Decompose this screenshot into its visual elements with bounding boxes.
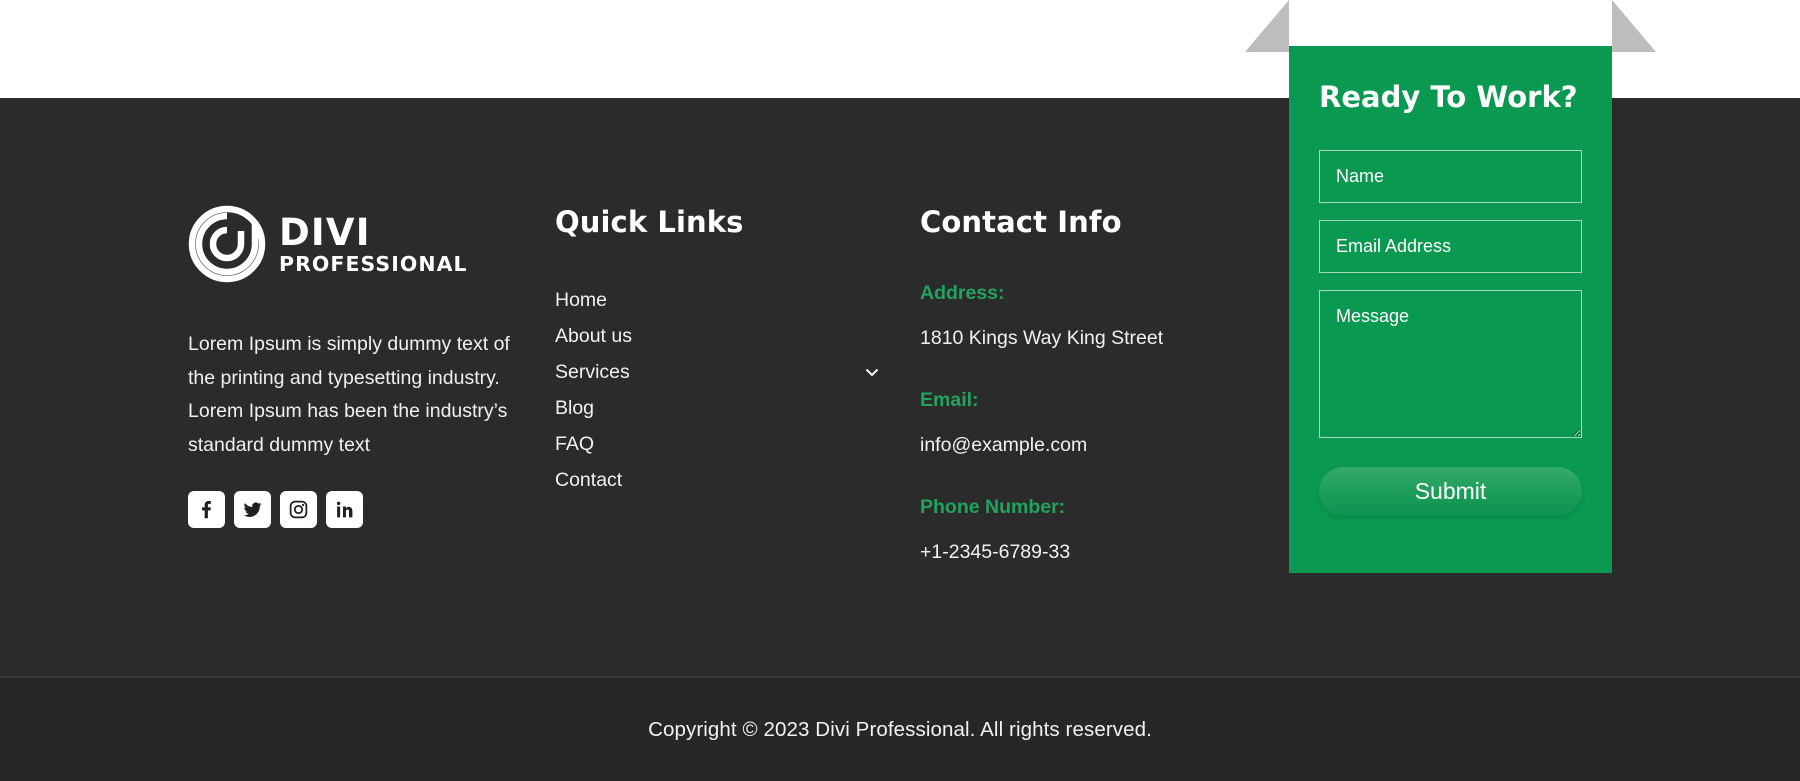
divi-spiral-logo-icon xyxy=(188,205,266,283)
copyright-bar: Copyright © 2023 Divi Professional. All … xyxy=(0,678,1800,781)
brand-wordmark: DIVI PROFESSIONAL xyxy=(279,214,468,275)
copyright-text: Copyright © 2023 Divi Professional. All … xyxy=(648,717,1152,741)
quick-link-blog[interactable]: Blog xyxy=(555,390,880,426)
contact-phone-value[interactable]: +1-2345-6789-33 xyxy=(920,541,1250,564)
ribbon-fold-left-icon xyxy=(1245,0,1289,52)
quick-link-faq[interactable]: FAQ xyxy=(555,426,880,462)
social-link-twitter[interactable] xyxy=(234,491,271,529)
social-link-instagram[interactable] xyxy=(280,491,317,529)
message-textarea[interactable] xyxy=(1319,290,1582,438)
brand-logo[interactable]: DIVI PROFESSIONAL xyxy=(188,205,528,283)
ready-to-work-card: Ready To Work? Submit xyxy=(1289,46,1612,573)
twitter-icon xyxy=(243,502,262,518)
quick-link-label: Blog xyxy=(555,396,595,419)
name-input[interactable] xyxy=(1319,150,1582,203)
quick-link-label: Contact xyxy=(555,468,623,491)
contact-email-value[interactable]: info@example.com xyxy=(920,434,1250,457)
brand-name-line2: PROFESSIONAL xyxy=(279,251,468,276)
ribbon-fold-right-icon xyxy=(1612,0,1656,52)
quick-links-list: Home About us Services Blog FAQ Contact xyxy=(555,282,880,498)
submit-button[interactable]: Submit xyxy=(1319,467,1582,516)
contact-address-block: Address: 1810 Kings Way King Street xyxy=(920,282,1250,350)
contact-phone-block: Phone Number: +1-2345-6789-33 xyxy=(920,496,1250,564)
quick-link-label: Services xyxy=(555,360,630,383)
contact-address-label: Address: xyxy=(920,282,1005,304)
quick-link-label: About us xyxy=(555,324,632,347)
contact-phone-label: Phone Number: xyxy=(920,496,1066,518)
footer-brand-column: DIVI PROFESSIONAL Lorem Ipsum is simply … xyxy=(188,205,528,529)
social-links xyxy=(188,491,528,529)
footer-quick-links-column: Quick Links Home About us Services Blog xyxy=(555,205,895,498)
brand-description: Lorem Ipsum is simply dummy text of the … xyxy=(188,333,510,456)
social-link-facebook[interactable] xyxy=(188,491,225,529)
footer-contact-column: Contact Info Address: 1810 Kings Way Kin… xyxy=(920,205,1250,564)
quick-link-label: Home xyxy=(555,288,608,311)
contact-info-title: Contact Info xyxy=(920,205,1122,239)
contact-form: Submit xyxy=(1289,114,1612,516)
instagram-icon xyxy=(289,500,308,519)
quick-link-label: FAQ xyxy=(555,432,595,455)
quick-link-home[interactable]: Home xyxy=(555,282,880,318)
facebook-icon xyxy=(202,501,211,519)
contact-address-value: 1810 Kings Way King Street xyxy=(920,327,1164,349)
footer-page: DIVI PROFESSIONAL Lorem Ipsum is simply … xyxy=(0,0,1800,781)
email-input[interactable] xyxy=(1319,220,1582,273)
quick-link-contact[interactable]: Contact xyxy=(555,462,880,498)
chevron-down-icon[interactable] xyxy=(864,364,880,380)
social-link-linkedin[interactable] xyxy=(326,491,363,529)
contact-email-block: Email: info@example.com xyxy=(920,389,1250,457)
quick-link-services[interactable]: Services xyxy=(555,354,880,390)
brand-name-line1: DIVI xyxy=(279,210,371,254)
contact-email-label: Email: xyxy=(920,389,979,411)
quick-links-title: Quick Links xyxy=(555,205,744,239)
linkedin-icon xyxy=(336,501,353,518)
cta-title: Ready To Work? xyxy=(1319,80,1578,114)
quick-link-about-us[interactable]: About us xyxy=(555,318,880,354)
